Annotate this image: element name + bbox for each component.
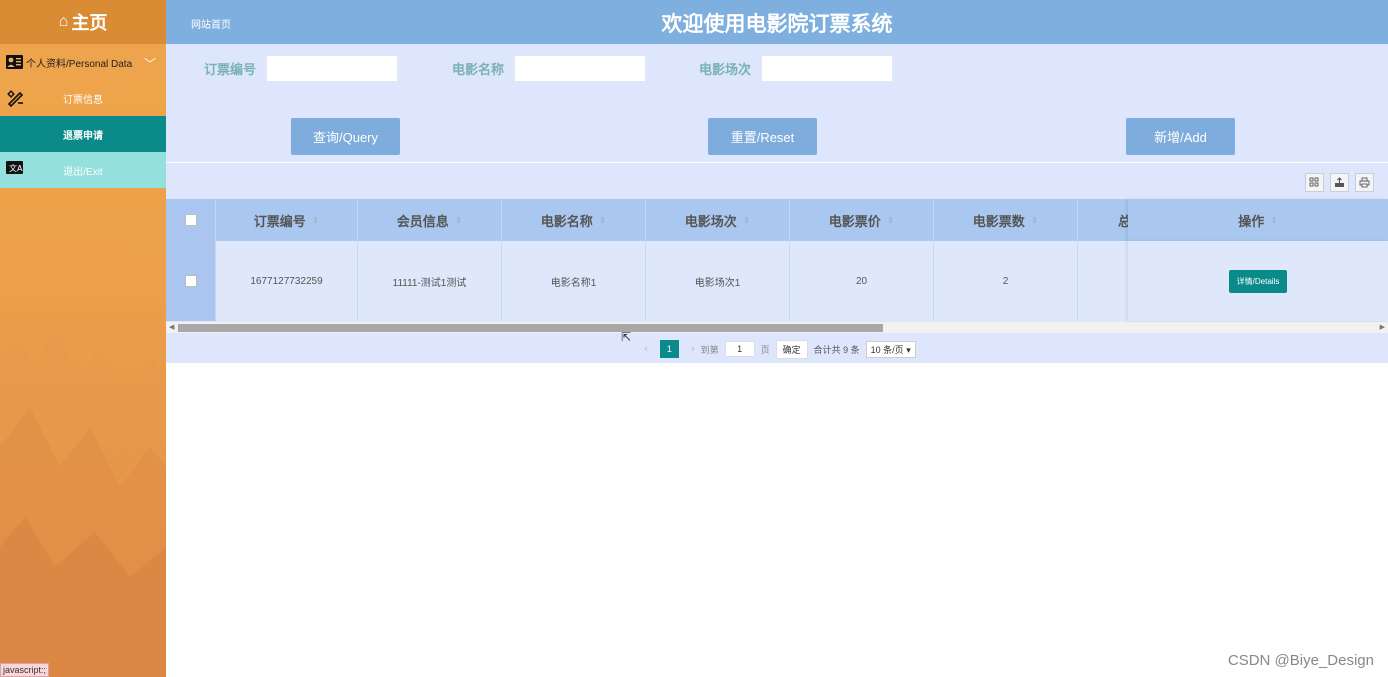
columns-button[interactable] [1305, 173, 1324, 192]
column-header-operation: 操作 ⬍ [1128, 199, 1388, 241]
column-header[interactable]: 电影票数 ⬍ [934, 199, 1078, 241]
confirm-page-button[interactable]: 确定 [775, 339, 808, 359]
sort-icon: ⬍ [886, 214, 895, 225]
sidebar-home[interactable]: ⌂ 主页 [0, 0, 166, 44]
sort-icon: ⬍ [1270, 214, 1278, 225]
sidebar-item-label: 退出/Exit [63, 166, 103, 178]
table-cell: 1677127732259 [216, 241, 358, 321]
row-checkbox[interactable] [184, 275, 197, 287]
mouse-cursor-icon: ⇱ [621, 330, 632, 344]
sidebar-item-label: 订票信息 [63, 94, 103, 106]
total-count: 合计共 9 条 [813, 344, 860, 355]
column-header-label: 电影场次 [684, 213, 737, 229]
sort-icon: ⬍ [454, 214, 463, 225]
page-number-current[interactable]: 1 [659, 340, 679, 358]
reset-button[interactable]: 重置/Reset [708, 118, 817, 155]
goto-label: 到第 [700, 344, 719, 355]
column-header-label: 电影名称 [540, 213, 593, 229]
table-cell: 11111-测试1测试 [358, 241, 502, 321]
sidebar-group-label: 个人资料/Personal Data [26, 58, 133, 70]
sort-icon: ⬍ [1030, 214, 1039, 225]
scroll-right-icon[interactable]: ▶ [1380, 323, 1385, 331]
sort-icon: ⬍ [742, 214, 751, 225]
column-header-label: 电影票数 [972, 213, 1025, 229]
scroll-left-icon[interactable]: ◀ [169, 323, 174, 331]
table-cell: 20 [790, 241, 934, 321]
next-page-icon[interactable]: › [691, 343, 695, 355]
export-icon [1335, 177, 1344, 187]
page-jump-input[interactable]: 1 [724, 341, 755, 357]
column-header[interactable]: 电影名称 ⬍ [502, 199, 646, 241]
page-title: 欢迎使用电影院订票系统 [661, 13, 893, 36]
column-header[interactable]: 会员信息 ⬍ [358, 199, 502, 241]
column-header[interactable]: 订票编号 ⬍ [216, 199, 358, 241]
movie-name-input[interactable] [514, 55, 647, 82]
translate-icon: 文A [6, 161, 23, 174]
search-field-session: 电影场次 [699, 55, 894, 82]
add-button[interactable]: 新增/Add [1126, 118, 1235, 155]
export-button[interactable] [1330, 173, 1349, 192]
svg-text:文A: 文A [9, 163, 23, 173]
page-size-value: 10 条/页 [870, 344, 904, 355]
table-row: 1677127732259 11111-测试1测试 电影名称1 电影场次1 20… [166, 241, 1388, 321]
row-select-cell [166, 241, 216, 321]
column-header-label: 操作 [1238, 213, 1265, 229]
table-cell: 2 [934, 241, 1078, 321]
chevron-down-icon: ▾ [906, 344, 911, 355]
sidebar-item-refund-request[interactable]: 退票申请 [0, 116, 166, 152]
top-header: 网站首页 欢迎使用电影院订票系统 [166, 0, 1388, 44]
search-label: 电影名称 [452, 62, 505, 77]
mountain-background [0, 327, 166, 677]
column-header-label: 订票编号 [253, 213, 306, 229]
chevron-down-icon: ﹀ [143, 57, 156, 71]
watermark: CSDN @Biye_Design [1227, 652, 1374, 669]
search-label: 订票编号 [204, 62, 257, 77]
table-cell: 电影名称1 [502, 241, 646, 321]
column-header-label: 电影票价 [828, 213, 881, 229]
edit-tools-icon [7, 90, 24, 108]
grid-icon [1309, 177, 1319, 187]
page-unit-label: 页 [760, 344, 770, 355]
select-all-checkbox[interactable] [184, 214, 197, 226]
query-button[interactable]: 查询/Query [291, 118, 400, 155]
session-input[interactable] [761, 55, 894, 82]
search-label: 电影场次 [699, 62, 752, 77]
column-header[interactable]: 电影场次 ⬍ [646, 199, 790, 241]
sidebar-home-label: 主页 [71, 13, 108, 33]
page-size-select[interactable]: 10 条/页 ▾ [865, 340, 916, 358]
sort-icon: ⬍ [598, 214, 607, 225]
prev-page-icon[interactable]: ‹ [644, 343, 648, 355]
search-field-booking-no: 订票编号 [204, 55, 399, 82]
pagination: ‹ 1 › 到第 1 页 确定 合计共 9 条 10 条/页 ▾ [166, 339, 1388, 359]
details-button[interactable]: 详情/Details [1228, 269, 1288, 293]
contact-card-icon [6, 55, 23, 69]
table-header: 订票编号 ⬍ 会员信息 ⬍ 电影名称 ⬍ 电影场次 ⬍ 电影票价 ⬍ 电影票数 ⬍ 总 操作… [166, 199, 1388, 241]
sidebar-group-personal[interactable]: 个人资料/Personal Data ﹀ [0, 44, 166, 80]
print-icon [1359, 177, 1370, 188]
sidebar-item-booking-info[interactable]: 订票信息 [0, 80, 166, 116]
column-header-label: 会员信息 [396, 213, 449, 229]
sidebar: ⌂ 主页 个人资料/Personal Data ﹀ 订票信息 退票申请 文A 退… [0, 0, 166, 677]
sort-icon: ⬍ [311, 214, 320, 225]
status-tooltip: javascript:; [0, 663, 50, 677]
select-all-cell [166, 199, 216, 241]
sidebar-item-exit[interactable]: 文A 退出/Exit [0, 152, 166, 188]
print-button[interactable] [1355, 173, 1374, 192]
horizontal-scrollbar[interactable]: ◀ ▶ [166, 322, 1388, 333]
home-icon: ⌂ [58, 13, 69, 30]
booking-no-input[interactable] [266, 55, 399, 82]
scrollbar-thumb[interactable] [178, 324, 883, 332]
sidebar-item-label: 退票申请 [63, 130, 103, 142]
table-cell: 电影场次1 [646, 241, 790, 321]
operation-cell: 详情/Details [1128, 241, 1388, 321]
table-toolbar [1305, 173, 1374, 192]
table-area: 订票编号 ⬍ 会员信息 ⬍ 电影名称 ⬍ 电影场次 ⬍ 电影票价 ⬍ 电影票数 ⬍ 总 操作… [166, 163, 1388, 363]
search-field-movie-name: 电影名称 [452, 55, 647, 82]
search-panel: 订票编号 电影名称 电影场次 查询/Query 重置/Reset 新增/Add [166, 44, 1388, 162]
column-header[interactable]: 电影票价 ⬍ [790, 199, 934, 241]
